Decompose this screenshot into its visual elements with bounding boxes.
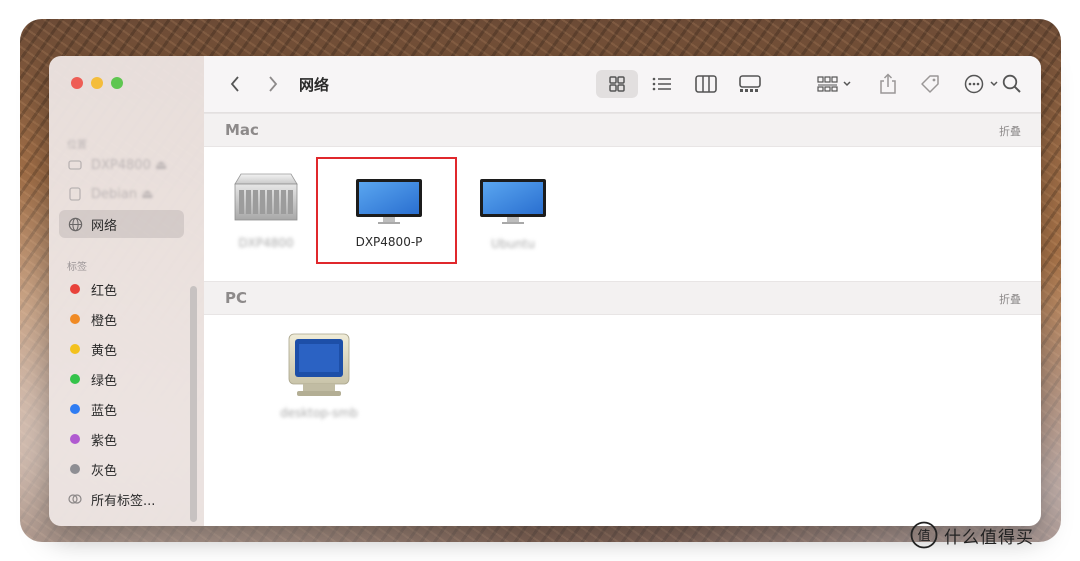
group-header-pc: PC 折叠 [204, 281, 1041, 315]
network-item-server[interactable]: DXP4800 [226, 168, 306, 250]
minimize-button[interactable] [91, 77, 103, 89]
group-header-mac: Mac 折叠 [204, 113, 1041, 147]
sidebar-tag-orange[interactable]: 橙色 [59, 305, 184, 333]
sidebar-section-locations: 位置 [67, 140, 87, 151]
back-icon[interactable] [224, 72, 246, 96]
column-view-icon[interactable] [692, 70, 720, 98]
sidebar-item-network[interactable]: 网络 [59, 210, 184, 238]
collapse-button[interactable]: 折叠 [999, 123, 1021, 139]
sidebar-item-server-1[interactable]: DXP4800 ⏏ [59, 151, 184, 179]
zoom-button[interactable] [111, 77, 123, 89]
tag-dot-icon [67, 341, 83, 357]
sidebar-all-tags-label: 所有标签... [91, 493, 156, 509]
search-button[interactable] [998, 70, 1026, 98]
sidebar-tag-label: 红色 [91, 283, 118, 299]
close-button[interactable] [71, 77, 83, 89]
sidebar-tag-label: 绿色 [91, 373, 118, 389]
network-item-label: DXP4800 [238, 236, 294, 250]
sidebar-scrollbar[interactable] [190, 286, 197, 522]
tag-dot-icon [67, 371, 83, 387]
sidebar-tag-green[interactable]: 绿色 [59, 365, 184, 393]
sidebar-tag-label: 蓝色 [91, 403, 118, 419]
sidebar-item-label: Debian ⏏ [91, 186, 154, 202]
sidebar-tag-label: 黄色 [91, 343, 118, 359]
network-item-pc[interactable]: desktop-smb [264, 332, 374, 420]
sidebar-tag-label: 灰色 [91, 463, 118, 479]
icon-view-icon[interactable] [596, 70, 638, 98]
sidebar-tag-blue[interactable]: 蓝色 [59, 395, 184, 423]
server-icon [234, 173, 298, 221]
list-view-icon[interactable] [648, 70, 676, 98]
drive-icon [67, 186, 83, 202]
tag-dot-icon [67, 281, 83, 297]
imac-icon [480, 179, 546, 224]
red-highlight-box [316, 157, 457, 264]
window-title: 网络 [299, 76, 330, 94]
sidebar-item-label: DXP4800 ⏏ [91, 157, 168, 173]
sidebar-section-tags: 标签 [67, 262, 87, 273]
tag-icon[interactable] [916, 70, 944, 98]
gallery-view-icon[interactable] [736, 70, 764, 98]
crt-monitor-icon [288, 333, 350, 396]
drive-icon [67, 157, 83, 173]
tag-dot-icon [67, 431, 83, 447]
main-content: 网络 Mac 折叠 DXP4800 DXP4800-P Ubuntu PC 折叠… [204, 56, 1041, 526]
forward-icon[interactable] [262, 72, 284, 96]
sidebar-tag-red[interactable]: 红色 [59, 275, 184, 303]
tag-dot-icon [67, 401, 83, 417]
finder-window: 位置 DXP4800 ⏏ Debian ⏏ 网络 标签 红色 橙色 黄色 绿色 … [49, 56, 1041, 526]
sidebar: 位置 DXP4800 ⏏ Debian ⏏ 网络 标签 红色 橙色 黄色 绿色 … [49, 56, 205, 526]
svg-text:值: 值 [917, 528, 930, 544]
smzdm-logo-icon: 值 [910, 521, 938, 549]
all-tags-icon [67, 491, 83, 507]
sidebar-tag-label: 橙色 [91, 313, 118, 329]
globe-icon [67, 216, 83, 232]
sidebar-tag-purple[interactable]: 紫色 [59, 425, 184, 453]
sidebar-tag-label: 紫色 [91, 433, 118, 449]
collapse-button[interactable]: 折叠 [999, 291, 1021, 307]
network-item-label: Ubuntu [491, 237, 535, 251]
toolbar: 网络 [204, 56, 1041, 113]
group-title: Mac [225, 121, 259, 139]
watermark: 值 什么值得买 [910, 521, 1070, 549]
group-by-icon[interactable] [814, 70, 856, 98]
share-icon[interactable] [874, 70, 902, 98]
sidebar-item-server-2[interactable]: Debian ⏏ [59, 180, 184, 208]
group-title: PC [225, 289, 248, 307]
sidebar-all-tags[interactable]: 所有标签... [59, 485, 184, 513]
tag-dot-icon [67, 311, 83, 327]
tag-dot-icon [67, 461, 83, 477]
network-item-label: desktop-smb [280, 406, 358, 420]
watermark-text: 什么值得买 [944, 527, 1034, 548]
sidebar-tag-yellow[interactable]: 黄色 [59, 335, 184, 363]
network-item-imac-2[interactable]: Ubuntu [473, 177, 553, 251]
sidebar-tag-gray[interactable]: 灰色 [59, 455, 184, 483]
sidebar-item-label: 网络 [91, 218, 118, 234]
